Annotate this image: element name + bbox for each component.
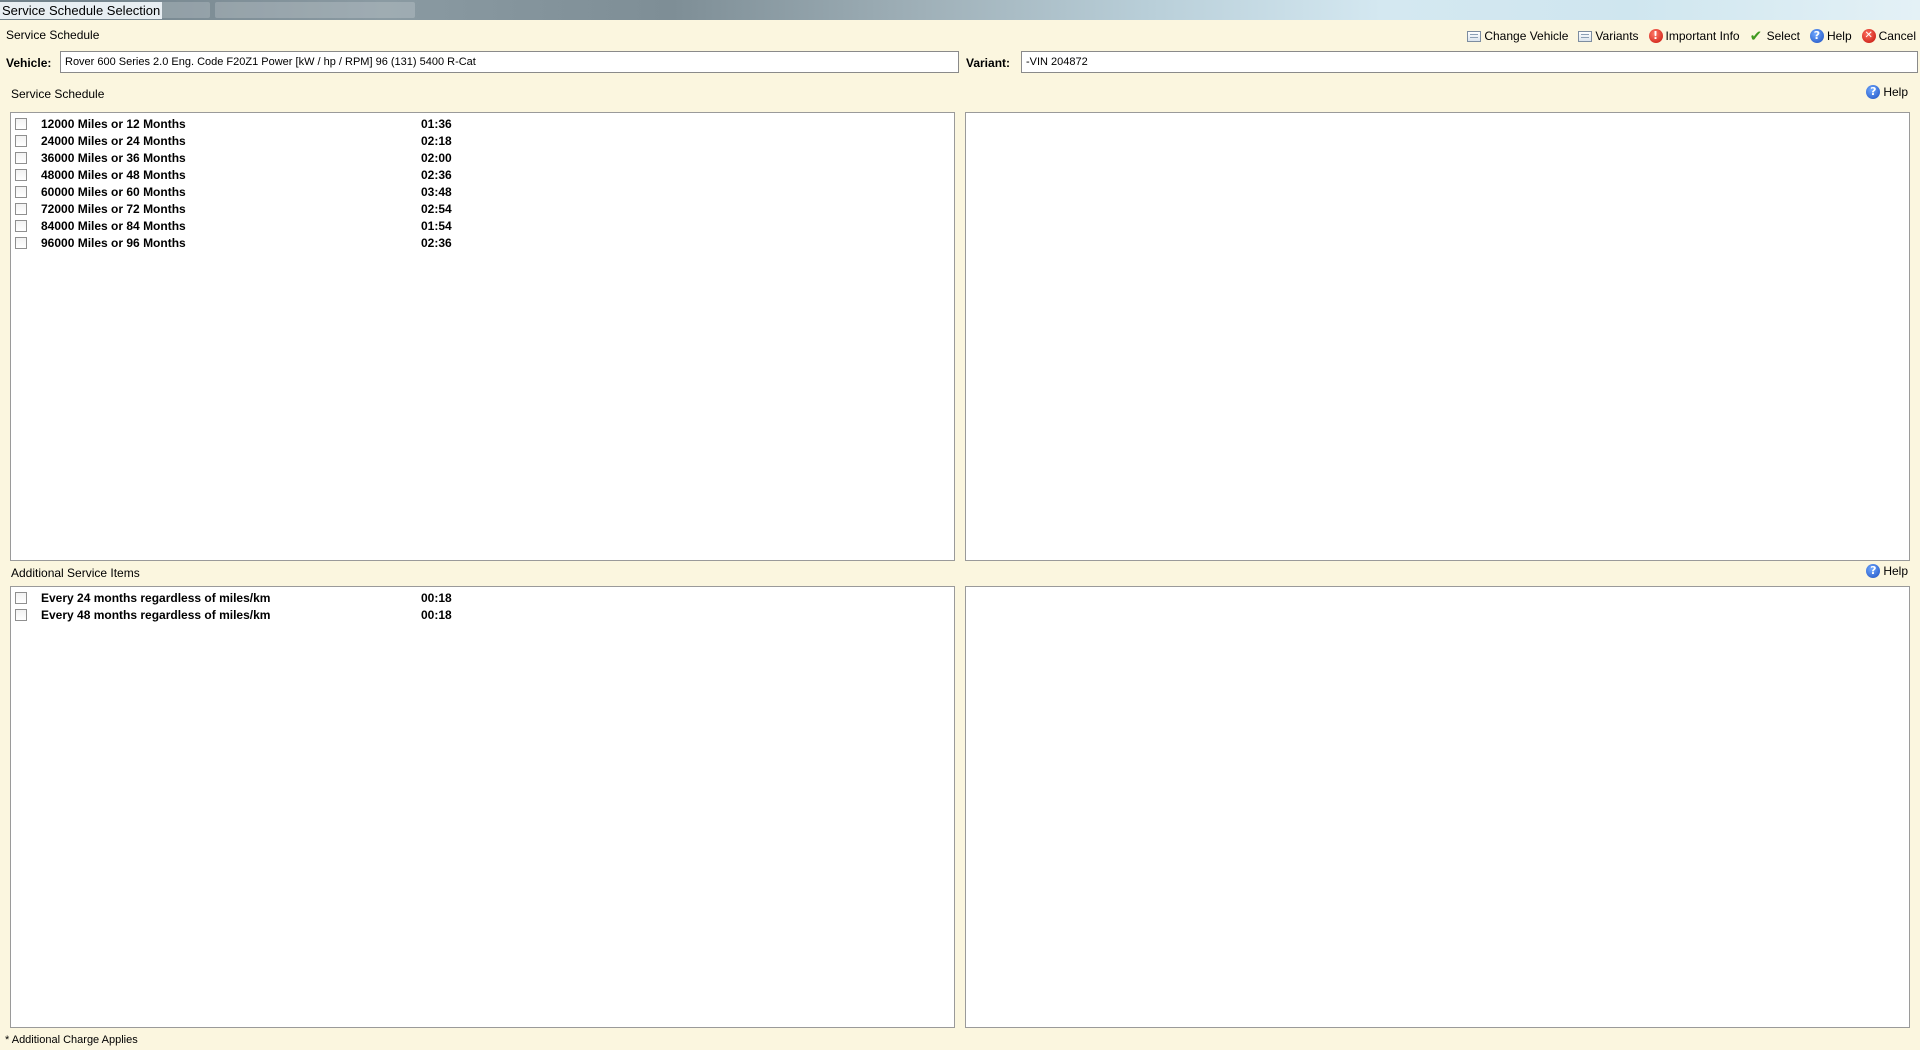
list-item[interactable]: 72000 Miles or 72 Months 02:54 bbox=[15, 200, 475, 217]
item-time: 03:48 bbox=[421, 184, 452, 199]
toolbar: Change Vehicle Variants ! Important Info… bbox=[1467, 26, 1916, 46]
item-label: Every 48 months regardless of miles/km bbox=[41, 607, 271, 622]
item-checkbox[interactable] bbox=[15, 168, 27, 181]
item-time: 02:54 bbox=[421, 201, 452, 216]
item-time: 01:54 bbox=[421, 218, 452, 233]
select-label: Select bbox=[1766, 29, 1800, 43]
variant-field[interactable]: -VIN 204872 bbox=[1021, 51, 1918, 73]
window-title: Service Schedule Selection bbox=[0, 2, 163, 19]
schedule-list: 12000 Miles or 12 Months 01:36 24000 Mil… bbox=[10, 112, 955, 561]
important-info-label: Important Info bbox=[1665, 29, 1740, 43]
item-label: 72000 Miles or 72 Months bbox=[41, 201, 186, 216]
item-label: Every 24 months regardless of miles/km bbox=[41, 590, 271, 605]
select-button[interactable]: ✔ Select bbox=[1750, 26, 1800, 46]
list-item[interactable]: 60000 Miles or 60 Months 03:48 bbox=[15, 183, 475, 200]
item-checkbox[interactable] bbox=[15, 591, 27, 604]
item-label: 84000 Miles or 84 Months bbox=[41, 218, 186, 233]
help-icon: ? bbox=[1809, 29, 1824, 43]
item-checkbox[interactable] bbox=[15, 117, 27, 130]
item-checkbox[interactable] bbox=[15, 151, 27, 164]
additional-items-list: Every 24 months regardless of miles/km 0… bbox=[10, 586, 955, 1028]
list-item[interactable]: 48000 Miles or 48 Months 02:36 bbox=[15, 166, 475, 183]
variants-icon bbox=[1578, 30, 1593, 42]
item-time: 02:36 bbox=[421, 167, 452, 182]
schedule-panel-title: Service Schedule bbox=[11, 87, 105, 101]
cancel-label: Cancel bbox=[1878, 29, 1916, 43]
change-vehicle-icon bbox=[1467, 30, 1482, 42]
section-title: Service Schedule bbox=[6, 28, 100, 42]
item-checkbox[interactable] bbox=[15, 134, 27, 147]
vehicle-field[interactable]: Rover 600 Series 2.0 Eng. Code F20Z1 Pow… bbox=[60, 51, 959, 73]
select-check-icon: ✔ bbox=[1749, 27, 1763, 45]
list-item[interactable]: 24000 Miles or 24 Months 02:18 bbox=[15, 132, 475, 149]
item-label: 60000 Miles or 60 Months bbox=[41, 184, 186, 199]
header: Service Schedule Change Vehicle Variants… bbox=[0, 24, 1920, 48]
variant-label: Variant: bbox=[966, 56, 1011, 70]
schedule-help-link[interactable]: ? Help bbox=[1866, 85, 1908, 99]
list-item[interactable]: Every 24 months regardless of miles/km 0… bbox=[15, 589, 475, 606]
item-label: 96000 Miles or 96 Months bbox=[41, 235, 186, 250]
change-vehicle-button[interactable]: Change Vehicle bbox=[1467, 26, 1568, 46]
item-time: 00:18 bbox=[421, 590, 452, 605]
list-item[interactable]: 84000 Miles or 84 Months 01:54 bbox=[15, 217, 475, 234]
item-checkbox[interactable] bbox=[15, 608, 27, 621]
item-time: 02:00 bbox=[421, 150, 452, 165]
item-label: 24000 Miles or 24 Months bbox=[41, 133, 186, 148]
additional-detail-pane bbox=[965, 586, 1910, 1028]
vehicle-label: Vehicle: bbox=[6, 56, 52, 70]
schedule-help-label: Help bbox=[1883, 85, 1908, 99]
change-vehicle-label: Change Vehicle bbox=[1484, 29, 1569, 43]
important-info-button[interactable]: ! Important Info bbox=[1648, 26, 1740, 46]
list-item[interactable]: 96000 Miles or 96 Months 02:36 bbox=[15, 234, 475, 251]
schedule-detail-pane bbox=[965, 112, 1910, 561]
additional-help-link[interactable]: ? Help bbox=[1866, 564, 1908, 578]
item-checkbox[interactable] bbox=[15, 236, 27, 249]
important-info-icon: ! bbox=[1648, 29, 1663, 43]
help-icon: ? bbox=[1866, 564, 1881, 578]
item-time: 02:18 bbox=[421, 133, 452, 148]
window-title-bar: Service Schedule Selection bbox=[0, 0, 1920, 20]
variants-button[interactable]: Variants bbox=[1578, 26, 1639, 46]
list-item[interactable]: Every 48 months regardless of miles/km 0… bbox=[15, 606, 475, 623]
background-window-tab bbox=[215, 2, 415, 18]
additional-help-label: Help bbox=[1883, 564, 1908, 578]
item-label: 36000 Miles or 36 Months bbox=[41, 150, 186, 165]
vehicle-row: Vehicle: Rover 600 Series 2.0 Eng. Code … bbox=[0, 50, 1920, 76]
cancel-button[interactable]: ✕ Cancel bbox=[1861, 26, 1916, 46]
item-time: 01:36 bbox=[421, 116, 452, 131]
variants-label: Variants bbox=[1595, 29, 1639, 43]
item-checkbox[interactable] bbox=[15, 202, 27, 215]
item-checkbox[interactable] bbox=[15, 219, 27, 232]
additional-panel-title: Additional Service Items bbox=[11, 566, 140, 580]
list-item[interactable]: 36000 Miles or 36 Months 02:00 bbox=[15, 149, 475, 166]
item-label: 48000 Miles or 48 Months bbox=[41, 167, 186, 182]
item-checkbox[interactable] bbox=[15, 185, 27, 198]
item-time: 00:18 bbox=[421, 607, 452, 622]
item-time: 02:36 bbox=[421, 235, 452, 250]
help-icon: ? bbox=[1866, 85, 1881, 99]
footer-note: * Additional Charge Applies bbox=[5, 1034, 138, 1046]
help-button[interactable]: ? Help bbox=[1809, 26, 1852, 46]
list-item[interactable]: 12000 Miles or 12 Months 01:36 bbox=[15, 115, 475, 132]
item-label: 12000 Miles or 12 Months bbox=[41, 116, 186, 131]
cancel-icon: ✕ bbox=[1861, 29, 1876, 43]
help-label: Help bbox=[1826, 29, 1852, 43]
